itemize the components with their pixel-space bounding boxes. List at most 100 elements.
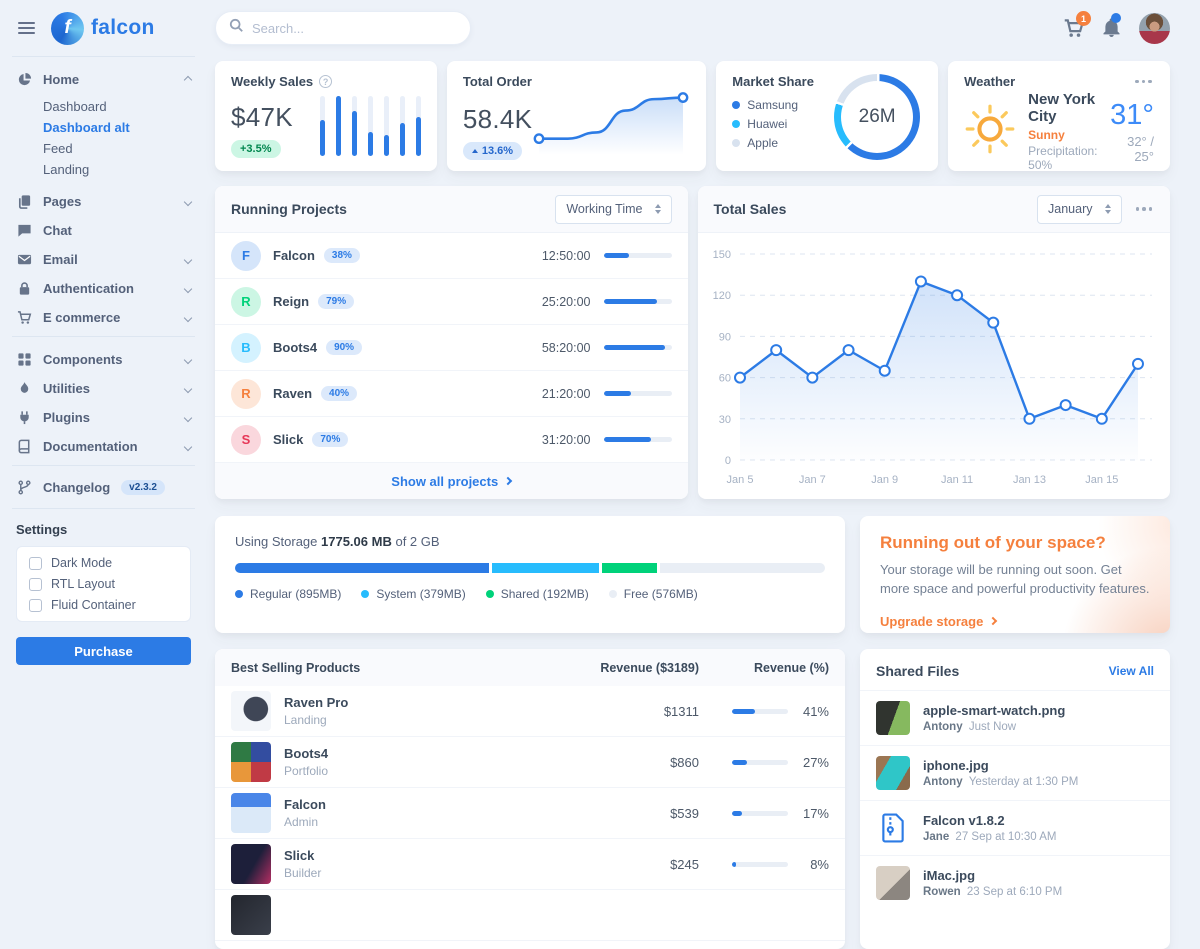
checkbox[interactable] (29, 599, 42, 612)
product-row[interactable]: Raven Pro Landing $1311 41% (215, 686, 845, 737)
sidebar-item-dashboard-alt[interactable]: Dashboard alt (43, 117, 191, 138)
project-row[interactable]: B Boots4 90% 58:20:00 (215, 325, 688, 371)
svg-text:Jan 13: Jan 13 (1012, 474, 1045, 486)
purchase-button[interactable]: Purchase (16, 637, 191, 665)
search-input[interactable] (252, 21, 457, 36)
weather-city: New York City (1028, 91, 1098, 125)
svg-text:Jan 11: Jan 11 (940, 474, 972, 486)
total-order-value: 58.4K (463, 104, 532, 135)
dark-mode-toggle[interactable]: Dark Mode (29, 556, 178, 570)
product-revenue-pct: 17% (799, 806, 829, 821)
project-progress-bar (604, 345, 672, 350)
product-thumbnail (231, 895, 271, 935)
show-all-projects-link[interactable]: Show all projects (215, 463, 688, 499)
checkbox[interactable] (29, 578, 42, 591)
sidebar-item-dashboard[interactable]: Dashboard (43, 96, 191, 117)
legend-dot (235, 590, 243, 598)
product-row[interactable]: Slick Builder $245 8% (215, 839, 845, 890)
sidebar-item-utilities[interactable]: Utilities (16, 374, 191, 403)
card-menu-button[interactable] (1133, 76, 1154, 88)
user-avatar[interactable] (1139, 13, 1170, 44)
rtl-layout-toggle[interactable]: RTL Layout (29, 577, 178, 591)
svg-text:90: 90 (718, 331, 730, 343)
svg-text:60: 60 (718, 373, 730, 385)
help-icon[interactable]: ? (319, 75, 332, 88)
product-category[interactable]: Portfolio (284, 764, 601, 778)
shared-file-row[interactable]: Falcon v1.8.2 Jane 27 Sep at 10:30 AM (860, 800, 1170, 855)
product-revenue-pct: 8% (799, 857, 829, 872)
month-select[interactable]: January (1037, 195, 1121, 224)
legend-item: Free (576MB) (609, 587, 698, 601)
sidebar-item-plugins[interactable]: Plugins (16, 403, 191, 432)
project-row[interactable]: S Slick 70% 31:20:00 (215, 417, 688, 463)
storage-segment (602, 563, 656, 573)
product-category[interactable]: Landing (284, 713, 601, 727)
shared-file-row[interactable]: apple-smart-watch.png Antony Just Now (860, 690, 1170, 745)
sidebar-item-authentication[interactable]: Authentication (16, 274, 191, 303)
weekly-sales-chart (320, 96, 421, 156)
sidebar-item-email[interactable]: Email (16, 245, 191, 274)
hamburger-menu-icon[interactable] (16, 15, 37, 41)
legend-item: Shared (192MB) (486, 587, 589, 601)
weekly-bar (400, 96, 405, 156)
total-order-badge: 13.6% (463, 142, 522, 160)
file-thumbnail (876, 701, 910, 735)
checkbox[interactable] (29, 557, 42, 570)
legend-dot (732, 120, 740, 128)
sidebar-item-pages[interactable]: Pages (16, 187, 191, 216)
svg-text:Jan 5: Jan 5 (726, 474, 753, 486)
upgrade-storage-link[interactable]: Upgrade storage (880, 614, 996, 629)
shared-file-row[interactable]: iphone.jpg Antony Yesterday at 1:30 PM (860, 745, 1170, 800)
falcon-logo[interactable]: f falcon (51, 12, 155, 45)
sidebar-item-label: Plugins (43, 410, 90, 425)
weather-condition: Sunny (1028, 128, 1098, 142)
file-time: Yesterday at 1:30 PM (969, 776, 1079, 788)
sidebar-item-feed[interactable]: Feed (43, 138, 191, 159)
storage-segment (492, 563, 600, 573)
project-time: 58:20:00 (542, 341, 591, 355)
working-time-select[interactable]: Working Time (555, 195, 671, 224)
shared-file-row[interactable]: iMac.jpg Rowen 23 Sep at 6:10 PM (860, 855, 1170, 910)
search-icon (229, 18, 244, 38)
card-title: Running Projects (231, 201, 347, 217)
project-row[interactable]: R Reign 79% 25:20:00 (215, 279, 688, 325)
sidebar-item-documentation[interactable]: Documentation (16, 432, 191, 461)
weather-card: Weather New York City (948, 61, 1170, 171)
card-title: Weekly Sales (231, 74, 313, 89)
sidebar-item-changelog[interactable]: Changelog v2.3.2 (16, 466, 191, 508)
caret-up-icon (472, 149, 478, 153)
product-row[interactable]: Falcon Admin $539 17% (215, 788, 845, 839)
chevron-down-icon (184, 255, 192, 263)
chevron-down-icon (184, 442, 192, 450)
sidebar-item-landing[interactable]: Landing (43, 159, 191, 180)
sidebar-item-components[interactable]: Components (16, 345, 191, 374)
total-order-card: Total Order 58.4K 13.6% (447, 61, 706, 171)
product-category[interactable]: Admin (284, 815, 601, 829)
sidebar-item-home[interactable]: Home (16, 65, 191, 94)
project-time: 12:50:00 (542, 249, 591, 263)
file-time: Just Now (969, 721, 1016, 733)
project-time: 25:20:00 (542, 295, 591, 309)
product-row[interactable]: Boots4 Portfolio $860 27% (215, 737, 845, 788)
view-all-link[interactable]: View All (1109, 664, 1154, 678)
project-progress-badge: 70% (312, 432, 348, 447)
card-menu-button[interactable] (1134, 203, 1155, 215)
legend-dot (361, 590, 369, 598)
project-list: F Falcon 38% 12:50:00 R Reign 79% 25:20:… (215, 233, 688, 463)
chevron-down-icon (184, 197, 192, 205)
cart-button[interactable]: 1 (1063, 18, 1084, 38)
search-box[interactable] (215, 11, 471, 45)
product-category[interactable]: Builder (284, 866, 601, 880)
promo-body: Your storage will be running out soon. G… (880, 561, 1150, 599)
notifications-button[interactable] (1102, 18, 1121, 38)
product-row[interactable] (215, 890, 845, 941)
legend-label: System (379MB) (376, 587, 465, 601)
plug-icon (16, 410, 32, 425)
project-row[interactable]: R Raven 40% 21:20:00 (215, 371, 688, 417)
chevron-right-icon (504, 477, 512, 485)
product-revenue: $245 (601, 857, 699, 872)
project-row[interactable]: F Falcon 38% 12:50:00 (215, 233, 688, 279)
sidebar-item-chat[interactable]: Chat (16, 216, 191, 245)
fluid-container-toggle[interactable]: Fluid Container (29, 598, 178, 612)
sidebar-item-ecommerce[interactable]: E commerce (16, 303, 191, 332)
